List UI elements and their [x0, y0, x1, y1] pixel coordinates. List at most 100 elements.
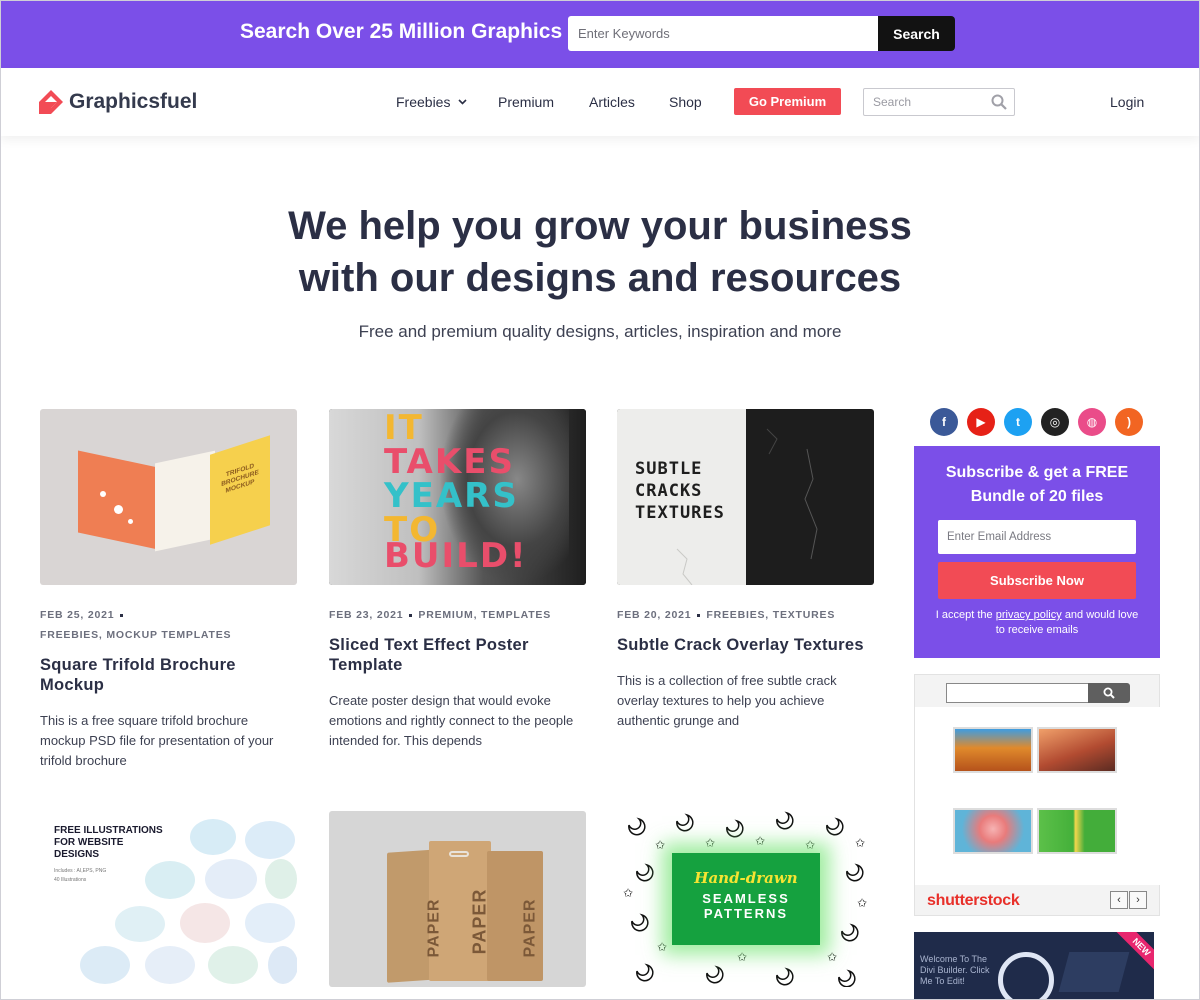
go-premium-button[interactable]: Go Premium	[734, 88, 841, 115]
thumb-text: Hand-drawn	[694, 869, 798, 887]
promo-search-button[interactable]: Search	[878, 16, 955, 51]
rss-icon[interactable]: )	[1115, 408, 1143, 436]
hero-subtitle: Free and premium quality designs, articl…	[358, 322, 842, 341]
subscribe-button[interactable]: Subscribe Now	[938, 562, 1136, 599]
post-title[interactable]: Square Trifold Brochure Mockup	[40, 655, 297, 695]
nav-premium[interactable]: Premium	[498, 94, 554, 110]
next-arrow-icon[interactable]: ›	[1129, 891, 1147, 909]
meta-separator	[120, 613, 124, 617]
thumb-text: SEAMLESS	[702, 891, 790, 906]
post-excerpt: This is a collection of free subtle crac…	[617, 673, 837, 728]
meta-separator	[409, 613, 413, 617]
post-meta: FEB 23, 2021 PREMIUM, TEMPLATES	[329, 605, 586, 625]
email-field[interactable]	[938, 520, 1136, 554]
graphicsfuel-logo-icon	[39, 90, 63, 114]
thumb-text: FOR WEBSITE	[54, 837, 124, 848]
nav-freebies[interactable]: Freebies	[396, 94, 468, 110]
chevron-down-icon	[458, 99, 468, 105]
post-meta: FEB 25, 2021 FREEBIES, MOCKUP TEMPLATES	[40, 605, 297, 645]
divi-ad-banner[interactable]: Welcome To The Divi Builder. Click Me To…	[914, 932, 1154, 1000]
shutterstock-logo[interactable]: shutterstock	[927, 892, 1020, 910]
hero-title-line2: with our designs and resources	[298, 256, 902, 300]
promo-bar: Search Over 25 Million Graphics Search	[0, 0, 1200, 68]
divi-ad-text: Welcome To The Divi Builder. Click Me To…	[920, 954, 990, 986]
login-link[interactable]: Login	[1110, 94, 1144, 110]
post-thumbnail[interactable]: TRIFOLD BROCHURE MOCKUP	[40, 409, 297, 585]
post-categories[interactable]: FREEBIES, MOCKUP TEMPLATES	[40, 629, 231, 641]
svg-text:✩: ✩	[623, 886, 633, 900]
thumb-text: TEXTURES	[635, 503, 725, 523]
post-card: IT TAKES YEARS TO BUILD! FEB 23, 2021 PRE…	[329, 409, 586, 751]
promo-title: Search Over 25 Million Graphics	[240, 20, 563, 43]
post-title[interactable]: Subtle Crack Overlay Textures	[617, 635, 874, 655]
instagram-icon[interactable]: ◎	[1041, 408, 1069, 436]
svg-text:✩: ✩	[827, 950, 837, 964]
post-card: SUBTLE CRACKS TEXTURES FEB 20, 2021 FREEB…	[617, 409, 874, 731]
subscribe-title-line2: Bundle of 20 files	[970, 488, 1104, 505]
svg-text:✩: ✩	[857, 896, 867, 910]
post-excerpt: Create poster design that would evoke em…	[329, 693, 574, 748]
thumb-text: YEARS	[384, 476, 519, 516]
post-thumbnail[interactable]: ✩ ✩ ✩ ✩ ✩ ✩ ✩ ✩ ✩ ✩ Hand-drawn SEAMLESS …	[617, 811, 874, 987]
thumb-text: FREE ILLUSTRATIONS	[54, 825, 163, 836]
shutterstock-search-input[interactable]	[946, 683, 1090, 703]
svg-text:✩: ✩	[855, 836, 865, 850]
prev-arrow-icon[interactable]: ‹	[1110, 891, 1128, 909]
thumb-text: Includes : AI,EPS, PNG	[54, 868, 107, 874]
meta-separator	[697, 613, 701, 617]
post-title[interactable]: Sliced Text Effect Poster Template	[329, 635, 586, 675]
dribbble-icon[interactable]: ◍	[1078, 408, 1106, 436]
stock-image[interactable]	[1037, 808, 1117, 854]
stock-image[interactable]	[953, 808, 1033, 854]
post-thumbnail[interactable]: IT TAKES YEARS TO BUILD!	[329, 409, 586, 585]
svg-text:✩: ✩	[655, 838, 665, 852]
subscribe-title-line1: Subscribe & get a FREE	[945, 464, 1129, 481]
search-icon[interactable]	[991, 94, 1007, 110]
svg-text:✩: ✩	[705, 836, 715, 850]
thumb-text: PAPER	[469, 888, 490, 955]
post-meta: FEB 20, 2021 FREEBIES, TEXTURES	[617, 605, 874, 625]
thumb-text: IT	[384, 409, 424, 448]
logo-text: Graphicsfuel	[69, 90, 198, 113]
stock-image[interactable]	[953, 727, 1033, 773]
post-categories[interactable]: FREEBIES, TEXTURES	[706, 609, 835, 621]
twitter-icon[interactable]: t	[1004, 408, 1032, 436]
hero-title-line1: We help you grow your business	[288, 204, 912, 248]
stock-image[interactable]	[1037, 727, 1117, 773]
post-date: FEB 23, 2021	[329, 609, 404, 621]
post-card: TRIFOLD BROCHURE MOCKUP FEB 25, 2021 FRE…	[40, 409, 297, 771]
privacy-policy-link[interactable]: privacy policy	[996, 609, 1062, 621]
thumb-text: PATTERNS	[703, 906, 789, 921]
post-date: FEB 25, 2021	[40, 609, 115, 621]
nav-articles[interactable]: Articles	[589, 94, 635, 110]
thumb-text: 40 Illustrations	[54, 877, 87, 883]
search-icon	[1103, 687, 1115, 699]
nav-freebies-label: Freebies	[396, 94, 451, 110]
nav-shop[interactable]: Shop	[669, 94, 702, 110]
thumb-text: PAPER	[521, 898, 539, 958]
post-thumbnail[interactable]: FREE ILLUSTRATIONS FOR WEBSITE DESIGNS I…	[40, 811, 297, 987]
shutterstock-search-button[interactable]	[1088, 683, 1130, 703]
post-thumbnail[interactable]: SUBTLE CRACKS TEXTURES	[617, 409, 874, 585]
svg-text:✩: ✩	[755, 834, 765, 848]
facebook-icon[interactable]: f	[930, 408, 958, 436]
post-excerpt: This is a free square trifold brochure m…	[40, 713, 274, 768]
youtube-icon[interactable]: ▶	[967, 408, 995, 436]
post-categories[interactable]: PREMIUM, TEMPLATES	[418, 609, 551, 621]
post-thumbnail[interactable]: PAPER PAPER PAPER	[329, 811, 586, 987]
subscribe-box: Subscribe & get a FREE Bundle of 20 file…	[914, 446, 1160, 658]
thumb-text: BUILD!	[384, 536, 528, 576]
svg-text:✩: ✩	[805, 838, 815, 852]
keywords-input[interactable]	[568, 16, 878, 51]
svg-text:✩: ✩	[657, 940, 667, 954]
thumb-text: SUBTLE	[635, 459, 703, 479]
thumb-text: CRACKS	[635, 481, 703, 501]
site-logo[interactable]: Graphicsfuel	[38, 89, 197, 115]
svg-text:✩: ✩	[737, 950, 747, 964]
thumb-text: PAPER	[425, 898, 443, 958]
header-search-input[interactable]	[864, 89, 979, 115]
subscribe-note: I accept the privacy policy and would lo…	[914, 608, 1160, 638]
site-header: Graphicsfuel Freebies Premium Articles S…	[0, 68, 1200, 136]
thumb-text: TAKES	[384, 442, 515, 482]
social-icons: f ▶ t ◎ ◍ )	[930, 408, 1143, 436]
